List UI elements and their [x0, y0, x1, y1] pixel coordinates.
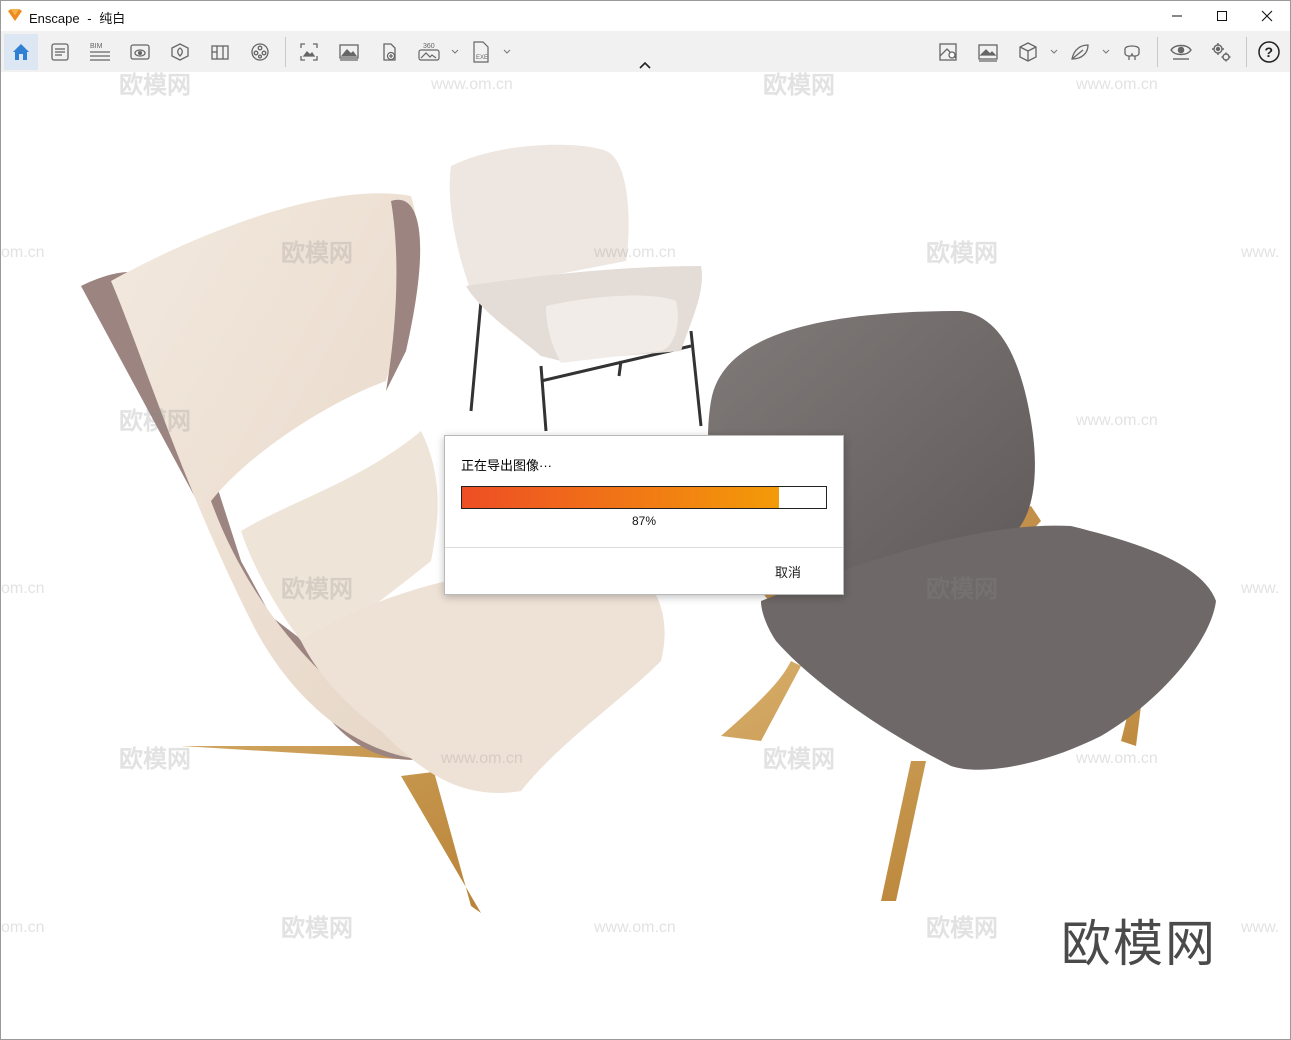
settings-button[interactable] — [1205, 36, 1237, 68]
title-bar[interactable]: Enscape - 纯白 — [1, 1, 1290, 31]
watermark-site-3: www.om.cn — [593, 244, 676, 261]
close-button[interactable] — [1244, 1, 1290, 31]
progress-percent: 87% — [631, 514, 657, 528]
render-screenshot-icon — [300, 43, 318, 61]
enscape-logo-icon — [8, 9, 22, 21]
watermark-site: www.om.cn — [430, 76, 513, 93]
toolbar-separator — [285, 37, 286, 67]
cube-view-button[interactable] — [1012, 36, 1044, 68]
atmosphere-button[interactable] — [932, 36, 964, 68]
window-title: Enscape - 纯白 — [29, 8, 125, 27]
white-fabric-chair — [449, 144, 703, 432]
svg-text:360: 360 — [423, 43, 435, 50]
cube-view-icon — [1019, 42, 1037, 62]
visibility-icon — [1170, 44, 1192, 60]
progress-bar — [461, 486, 827, 509]
maximize-icon — [1217, 11, 1227, 21]
watermark-brand-7: 欧模网 — [926, 575, 998, 603]
settings-icon — [1212, 43, 1231, 62]
visibility-button[interactable] — [1165, 36, 1197, 68]
watermark-brand: 欧模网 — [119, 72, 191, 99]
watermark-partial-left-3: om.cn — [1, 919, 45, 936]
watermark-brand-8: 欧模网 — [119, 745, 191, 773]
watermark-brand-6: 欧模网 — [281, 575, 353, 603]
home-button[interactable] — [4, 34, 38, 70]
view-management-icon — [130, 44, 150, 60]
svg-text:EXE: EXE — [476, 55, 488, 61]
watermark-brand-2: 欧模网 — [763, 72, 835, 99]
vegetation-icon — [1071, 44, 1089, 60]
panorama-dropdown-icon[interactable] — [451, 49, 459, 55]
export-progress-dialog: 正在导出图像··· 87% 取消 — [444, 435, 844, 595]
cube-dropdown-icon[interactable] — [1050, 49, 1058, 55]
atmosphere-icon — [939, 43, 957, 61]
export-exe-button[interactable]: EXE — [465, 36, 497, 68]
watermark-brand-5: 欧模网 — [119, 407, 191, 435]
home-icon — [13, 44, 29, 60]
help-button[interactable]: ? — [1253, 36, 1285, 68]
enscape-window: Enscape - 纯白 BIM 360 EXE ? www.om.cn www… — [0, 0, 1291, 1040]
progress-fill — [462, 487, 779, 508]
help-icon: ? — [1258, 41, 1280, 63]
maximize-button[interactable] — [1199, 1, 1245, 31]
site-context-button[interactable] — [164, 36, 196, 68]
material-editor-icon — [211, 45, 229, 60]
vr-headset-icon — [1124, 45, 1140, 60]
watermark-brand-10: 欧模网 — [281, 914, 353, 942]
watermark-site-6: www.om.cn — [1075, 750, 1158, 767]
watermark-brand-4: 欧模网 — [926, 239, 998, 267]
material-editor-button[interactable] — [204, 36, 236, 68]
watermark-site-2: www.om.cn — [1075, 76, 1158, 93]
asset-library-button[interactable] — [44, 36, 76, 68]
svg-text:BIM: BIM — [90, 43, 103, 50]
watermark-partial-left: om.cn — [1, 244, 45, 261]
watermark-brand-9: 欧模网 — [763, 745, 835, 773]
watermark-site-7: www.om.cn — [593, 919, 676, 936]
watermark-partial-right-2: www. — [1240, 580, 1279, 597]
view-management-button[interactable] — [124, 36, 156, 68]
dialog-title: 正在导出图像··· — [461, 458, 552, 473]
panorama-360-icon: 360 — [418, 43, 440, 61]
toolbar-separator-right — [1157, 37, 1158, 67]
dialog-divider — [445, 547, 843, 548]
brand-watermark-large: 欧模网 — [1061, 916, 1217, 972]
watermark-site-5: www.om.cn — [440, 750, 523, 767]
watermark-brand-3: 欧模网 — [281, 239, 353, 267]
cancel-button[interactable]: 取消 — [775, 562, 801, 581]
watermark-partial-left-2: om.cn — [1, 580, 45, 597]
collapse-toolbar-icon[interactable] — [637, 59, 653, 71]
bim-button[interactable]: BIM — [84, 36, 116, 68]
video-editor-button[interactable] — [244, 36, 276, 68]
batch-render-icon — [339, 44, 359, 61]
export-dropdown-icon[interactable] — [503, 49, 511, 55]
vegetation-button[interactable] — [1064, 36, 1096, 68]
document-name: 纯白 — [99, 11, 126, 26]
app-name: Enscape — [29, 11, 80, 26]
watermark-partial-right-3: www. — [1240, 919, 1279, 936]
watermark-brand-11: 欧模网 — [926, 914, 998, 942]
site-context-icon — [171, 43, 189, 61]
visual-settings-button[interactable] — [972, 36, 1004, 68]
toolbar-separator-help — [1246, 37, 1247, 67]
batch-render-button[interactable] — [333, 36, 365, 68]
video-editor-icon — [251, 43, 269, 61]
vr-headset-button[interactable] — [1116, 36, 1148, 68]
bim-icon: BIM — [90, 43, 110, 61]
svg-text:?: ? — [1265, 44, 1274, 60]
export-panorama-button[interactable] — [373, 36, 405, 68]
watermark-partial-right: www. — [1240, 244, 1279, 261]
export-exe-icon: EXE — [473, 41, 489, 63]
minimize-button[interactable] — [1154, 1, 1200, 31]
title-separator: - — [87, 11, 92, 26]
asset-library-icon — [51, 43, 69, 61]
export-panorama-icon — [383, 43, 396, 61]
vegetation-dropdown-icon[interactable] — [1102, 49, 1110, 55]
watermark-site-4: www.om.cn — [1075, 412, 1158, 429]
render-screenshot-button[interactable] — [293, 36, 325, 68]
visual-settings-icon — [978, 44, 998, 62]
minimize-icon — [1172, 15, 1182, 17]
panorama-360-button[interactable]: 360 — [413, 36, 445, 68]
grey-lounge-chair — [708, 311, 1216, 901]
close-icon — [1261, 10, 1273, 22]
